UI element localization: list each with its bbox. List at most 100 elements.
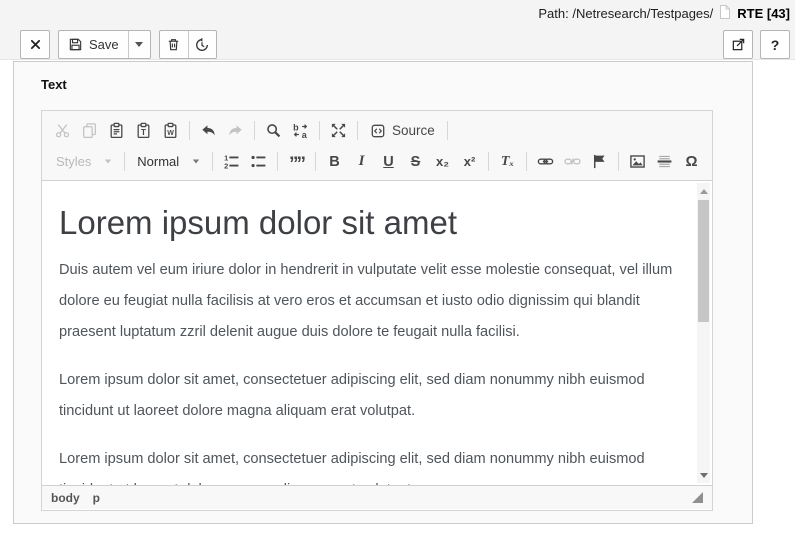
numbered-list-button[interactable]: 12 bbox=[218, 149, 245, 175]
save-label: Save bbox=[89, 37, 119, 52]
paste-icon bbox=[110, 122, 123, 139]
history-button[interactable] bbox=[187, 31, 216, 58]
close-icon bbox=[29, 38, 42, 51]
superscript-button[interactable]: x² bbox=[456, 149, 483, 175]
save-button[interactable]: Save bbox=[59, 31, 128, 58]
docheader-buttons: Save ? bbox=[20, 30, 790, 59]
scroll-up-arrow[interactable] bbox=[697, 185, 710, 197]
bold-button[interactable]: B bbox=[321, 149, 348, 175]
open-new-window-icon bbox=[731, 37, 746, 52]
content-paragraph[interactable]: Duis autem vel eum iriure dolor in hendr… bbox=[59, 255, 684, 348]
content-paragraph[interactable]: Lorem ipsum dolor sit amet, consectetuer… bbox=[59, 365, 684, 427]
unlink-button bbox=[559, 149, 586, 175]
toolbar-separator bbox=[319, 121, 320, 140]
elements-path-bar: body p bbox=[42, 485, 712, 509]
undo-button[interactable] bbox=[195, 118, 222, 144]
omega-icon: Ω bbox=[685, 153, 698, 170]
replace-button[interactable]: ba bbox=[287, 118, 314, 144]
toolbar-separator bbox=[488, 152, 489, 171]
bullet-list-button[interactable] bbox=[245, 149, 272, 175]
chevron-down-icon bbox=[192, 159, 200, 164]
save-icon bbox=[68, 37, 83, 52]
editor-toolbar: T W ba Source Styles Normal 1 2 ”” B I U… bbox=[42, 111, 712, 181]
help-button[interactable]: ? bbox=[761, 31, 789, 58]
maximize-button[interactable] bbox=[325, 118, 352, 144]
subscript-icon: x₂ bbox=[435, 154, 449, 169]
search-icon bbox=[267, 124, 281, 138]
find-button[interactable] bbox=[260, 118, 287, 144]
replace-icon: ba bbox=[293, 123, 308, 140]
format-label: Normal bbox=[137, 154, 180, 169]
editor-content-area[interactable]: Lorem ipsum dolor sit amet Duis autem ve… bbox=[42, 181, 712, 485]
source-button[interactable]: Source bbox=[363, 118, 442, 144]
ordered-list-icon: 12 bbox=[224, 153, 239, 170]
page-path: Path: /Netresearch/Testpages/ bbox=[538, 6, 714, 21]
undo-icon bbox=[202, 125, 215, 136]
special-character-button[interactable]: Ω bbox=[678, 149, 705, 175]
remove-format-button[interactable]: Tₓ bbox=[494, 149, 521, 175]
scroll-down-arrow[interactable] bbox=[697, 469, 710, 481]
toolbar-separator bbox=[618, 152, 619, 171]
toolbar-separator bbox=[254, 121, 255, 140]
italic-icon: I bbox=[358, 153, 365, 169]
chevron-down-icon bbox=[135, 42, 144, 47]
breadcrumb: Path: /Netresearch/Testpages/ RTE [43] bbox=[538, 5, 790, 22]
unlink-icon bbox=[564, 158, 581, 165]
paste-button[interactable] bbox=[103, 118, 130, 144]
paste-from-word-button[interactable]: W bbox=[157, 118, 184, 144]
paste-text-icon: T bbox=[137, 122, 150, 139]
open-new-window-button[interactable] bbox=[724, 31, 752, 58]
horizontal-line-icon bbox=[657, 155, 672, 168]
subscript-button[interactable]: x₂ bbox=[429, 149, 456, 175]
save-dropdown-button[interactable] bbox=[127, 31, 150, 58]
svg-text:W: W bbox=[167, 130, 174, 137]
rich-text-editor: T W ba Source Styles Normal 1 2 ”” B I U… bbox=[41, 110, 713, 511]
history-icon bbox=[194, 37, 210, 53]
content-paragraph[interactable]: Lorem ipsum dolor sit amet, consectetuer… bbox=[59, 444, 684, 485]
underline-button[interactable]: U bbox=[375, 149, 402, 175]
scrollbar-thumb[interactable] bbox=[698, 200, 709, 322]
copy-button bbox=[76, 118, 103, 144]
remove-format-icon: Tₓ bbox=[500, 153, 515, 169]
copy-icon bbox=[83, 123, 96, 139]
scissors-icon bbox=[55, 124, 70, 138]
svg-text:2: 2 bbox=[224, 161, 228, 170]
record-title: RTE [43] bbox=[737, 6, 790, 21]
blockquote-icon: ”” bbox=[289, 154, 306, 175]
redo-icon bbox=[229, 125, 242, 136]
maximize-icon bbox=[331, 123, 346, 138]
help-label: ? bbox=[770, 36, 780, 53]
strikethrough-button[interactable]: S bbox=[402, 149, 429, 175]
anchor-button[interactable] bbox=[586, 149, 613, 175]
svg-text:b: b bbox=[293, 123, 299, 133]
styles-combo: Styles bbox=[49, 149, 119, 175]
underline-icon: U bbox=[383, 153, 394, 170]
field-label-text: Text bbox=[41, 77, 67, 92]
blockquote-button[interactable]: ”” bbox=[283, 149, 310, 175]
elements-path-p[interactable]: p bbox=[93, 491, 100, 505]
redo-button bbox=[222, 118, 249, 144]
resize-handle-icon[interactable] bbox=[692, 492, 703, 503]
trash-icon bbox=[166, 37, 181, 52]
italic-button[interactable]: I bbox=[348, 149, 375, 175]
delete-button[interactable] bbox=[160, 31, 188, 58]
elements-path-body[interactable]: body bbox=[51, 491, 80, 505]
image-icon bbox=[630, 155, 645, 168]
close-button[interactable] bbox=[21, 31, 49, 58]
content-heading[interactable]: Lorem ipsum dolor sit amet bbox=[59, 204, 684, 242]
link-button[interactable] bbox=[532, 149, 559, 175]
chevron-down-icon bbox=[105, 159, 112, 164]
editor-document: Lorem ipsum dolor sit amet Duis autem ve… bbox=[42, 181, 712, 485]
paste-as-text-button[interactable]: T bbox=[130, 118, 157, 144]
page-file-icon bbox=[719, 5, 731, 22]
horizontal-line-button[interactable] bbox=[651, 149, 678, 175]
source-label: Source bbox=[392, 123, 435, 138]
styles-label: Styles bbox=[56, 154, 92, 169]
toolbar-row-1: T W ba Source bbox=[49, 115, 705, 146]
editor-scrollbar[interactable] bbox=[697, 183, 710, 483]
insert-image-button[interactable] bbox=[624, 149, 651, 175]
record-edit-panel: Text T W b a Source Styles Normal 1 2 ””… bbox=[13, 61, 753, 524]
flag-icon bbox=[593, 154, 605, 169]
superscript-icon: x² bbox=[463, 154, 476, 169]
format-combo[interactable]: Normal bbox=[130, 149, 207, 175]
